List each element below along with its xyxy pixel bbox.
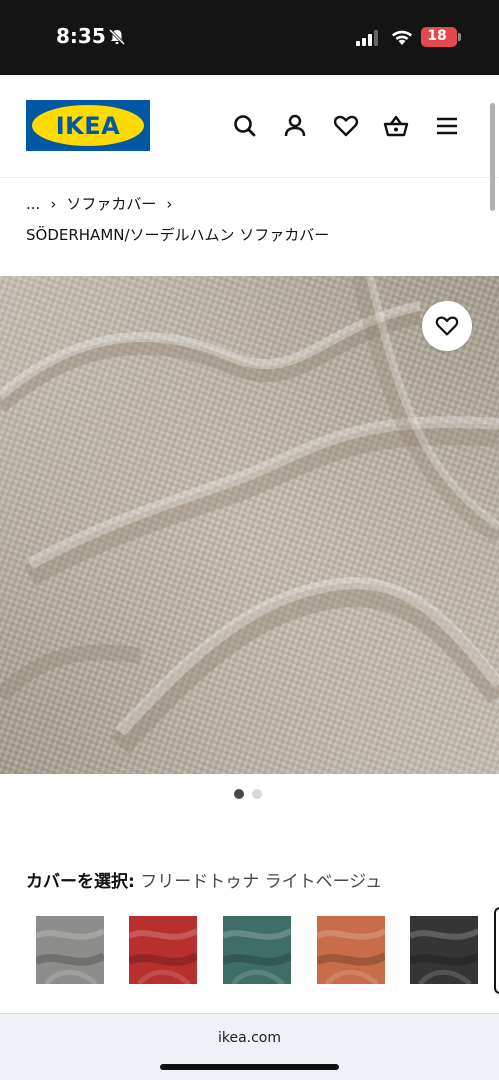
wifi-icon bbox=[392, 30, 412, 45]
bell-slash-icon bbox=[108, 28, 126, 46]
home-indicator bbox=[160, 1064, 339, 1070]
scroll-indicator[interactable] bbox=[490, 103, 495, 211]
battery-icon: 18 bbox=[421, 27, 461, 47]
product-image[interactable] bbox=[0, 276, 499, 774]
cover-swatch-red[interactable] bbox=[129, 916, 197, 984]
heart-icon bbox=[435, 316, 459, 336]
account-icon bbox=[284, 114, 306, 137]
browser-bar: ikea.com bbox=[0, 1013, 499, 1080]
add-to-favorites-button[interactable] bbox=[422, 301, 472, 351]
basket-icon bbox=[383, 115, 409, 137]
cover-swatch-black[interactable] bbox=[410, 916, 478, 984]
fabric-image bbox=[0, 276, 499, 774]
cover-swatch-orange[interactable] bbox=[317, 916, 385, 984]
breadcrumb-sofa-covers[interactable]: ソファカバー bbox=[66, 193, 156, 214]
search-button[interactable] bbox=[231, 112, 259, 140]
breadcrumb-separator: › bbox=[50, 194, 57, 213]
carousel-dot-2[interactable] bbox=[252, 789, 262, 799]
browser-url[interactable]: ikea.com bbox=[0, 1030, 499, 1046]
cover-label: カバーを選択: bbox=[26, 872, 135, 892]
hamburger-menu-icon bbox=[437, 117, 457, 135]
battery-level: 18 bbox=[427, 28, 447, 44]
logo-text: IKEA bbox=[55, 112, 121, 140]
menu-button[interactable] bbox=[433, 112, 461, 140]
breadcrumb-ellipsis[interactable]: ... bbox=[26, 195, 40, 213]
status-bar: 8:35 18 bbox=[0, 0, 499, 75]
heart-icon bbox=[333, 115, 359, 137]
cover-swatch-gray[interactable] bbox=[36, 916, 104, 984]
carousel-dots bbox=[234, 789, 262, 799]
cover-swatch-teal[interactable] bbox=[223, 916, 291, 984]
status-time: 8:35 bbox=[56, 24, 106, 48]
ikea-logo[interactable]: IKEA bbox=[26, 100, 150, 151]
page-title: SÖDERHAMN/ソーデルハムン ソファカバー bbox=[26, 226, 330, 244]
carousel-dot-1[interactable] bbox=[234, 789, 244, 799]
basket-button[interactable] bbox=[382, 112, 410, 140]
search-icon bbox=[234, 115, 256, 137]
breadcrumb-separator: › bbox=[166, 194, 173, 213]
cellular-signal-icon bbox=[356, 30, 378, 46]
cover-selection: カバーを選択: フリードトゥナ ライトベージュ bbox=[26, 867, 382, 892]
favorites-button[interactable] bbox=[332, 112, 360, 140]
account-button[interactable] bbox=[281, 112, 309, 140]
selected-swatch-edge[interactable] bbox=[494, 907, 499, 994]
breadcrumb: ... › ソファカバー › bbox=[26, 193, 182, 214]
cover-selected-value: フリードトゥナ ライトベージュ bbox=[140, 872, 383, 892]
site-header: IKEA bbox=[0, 75, 499, 211]
